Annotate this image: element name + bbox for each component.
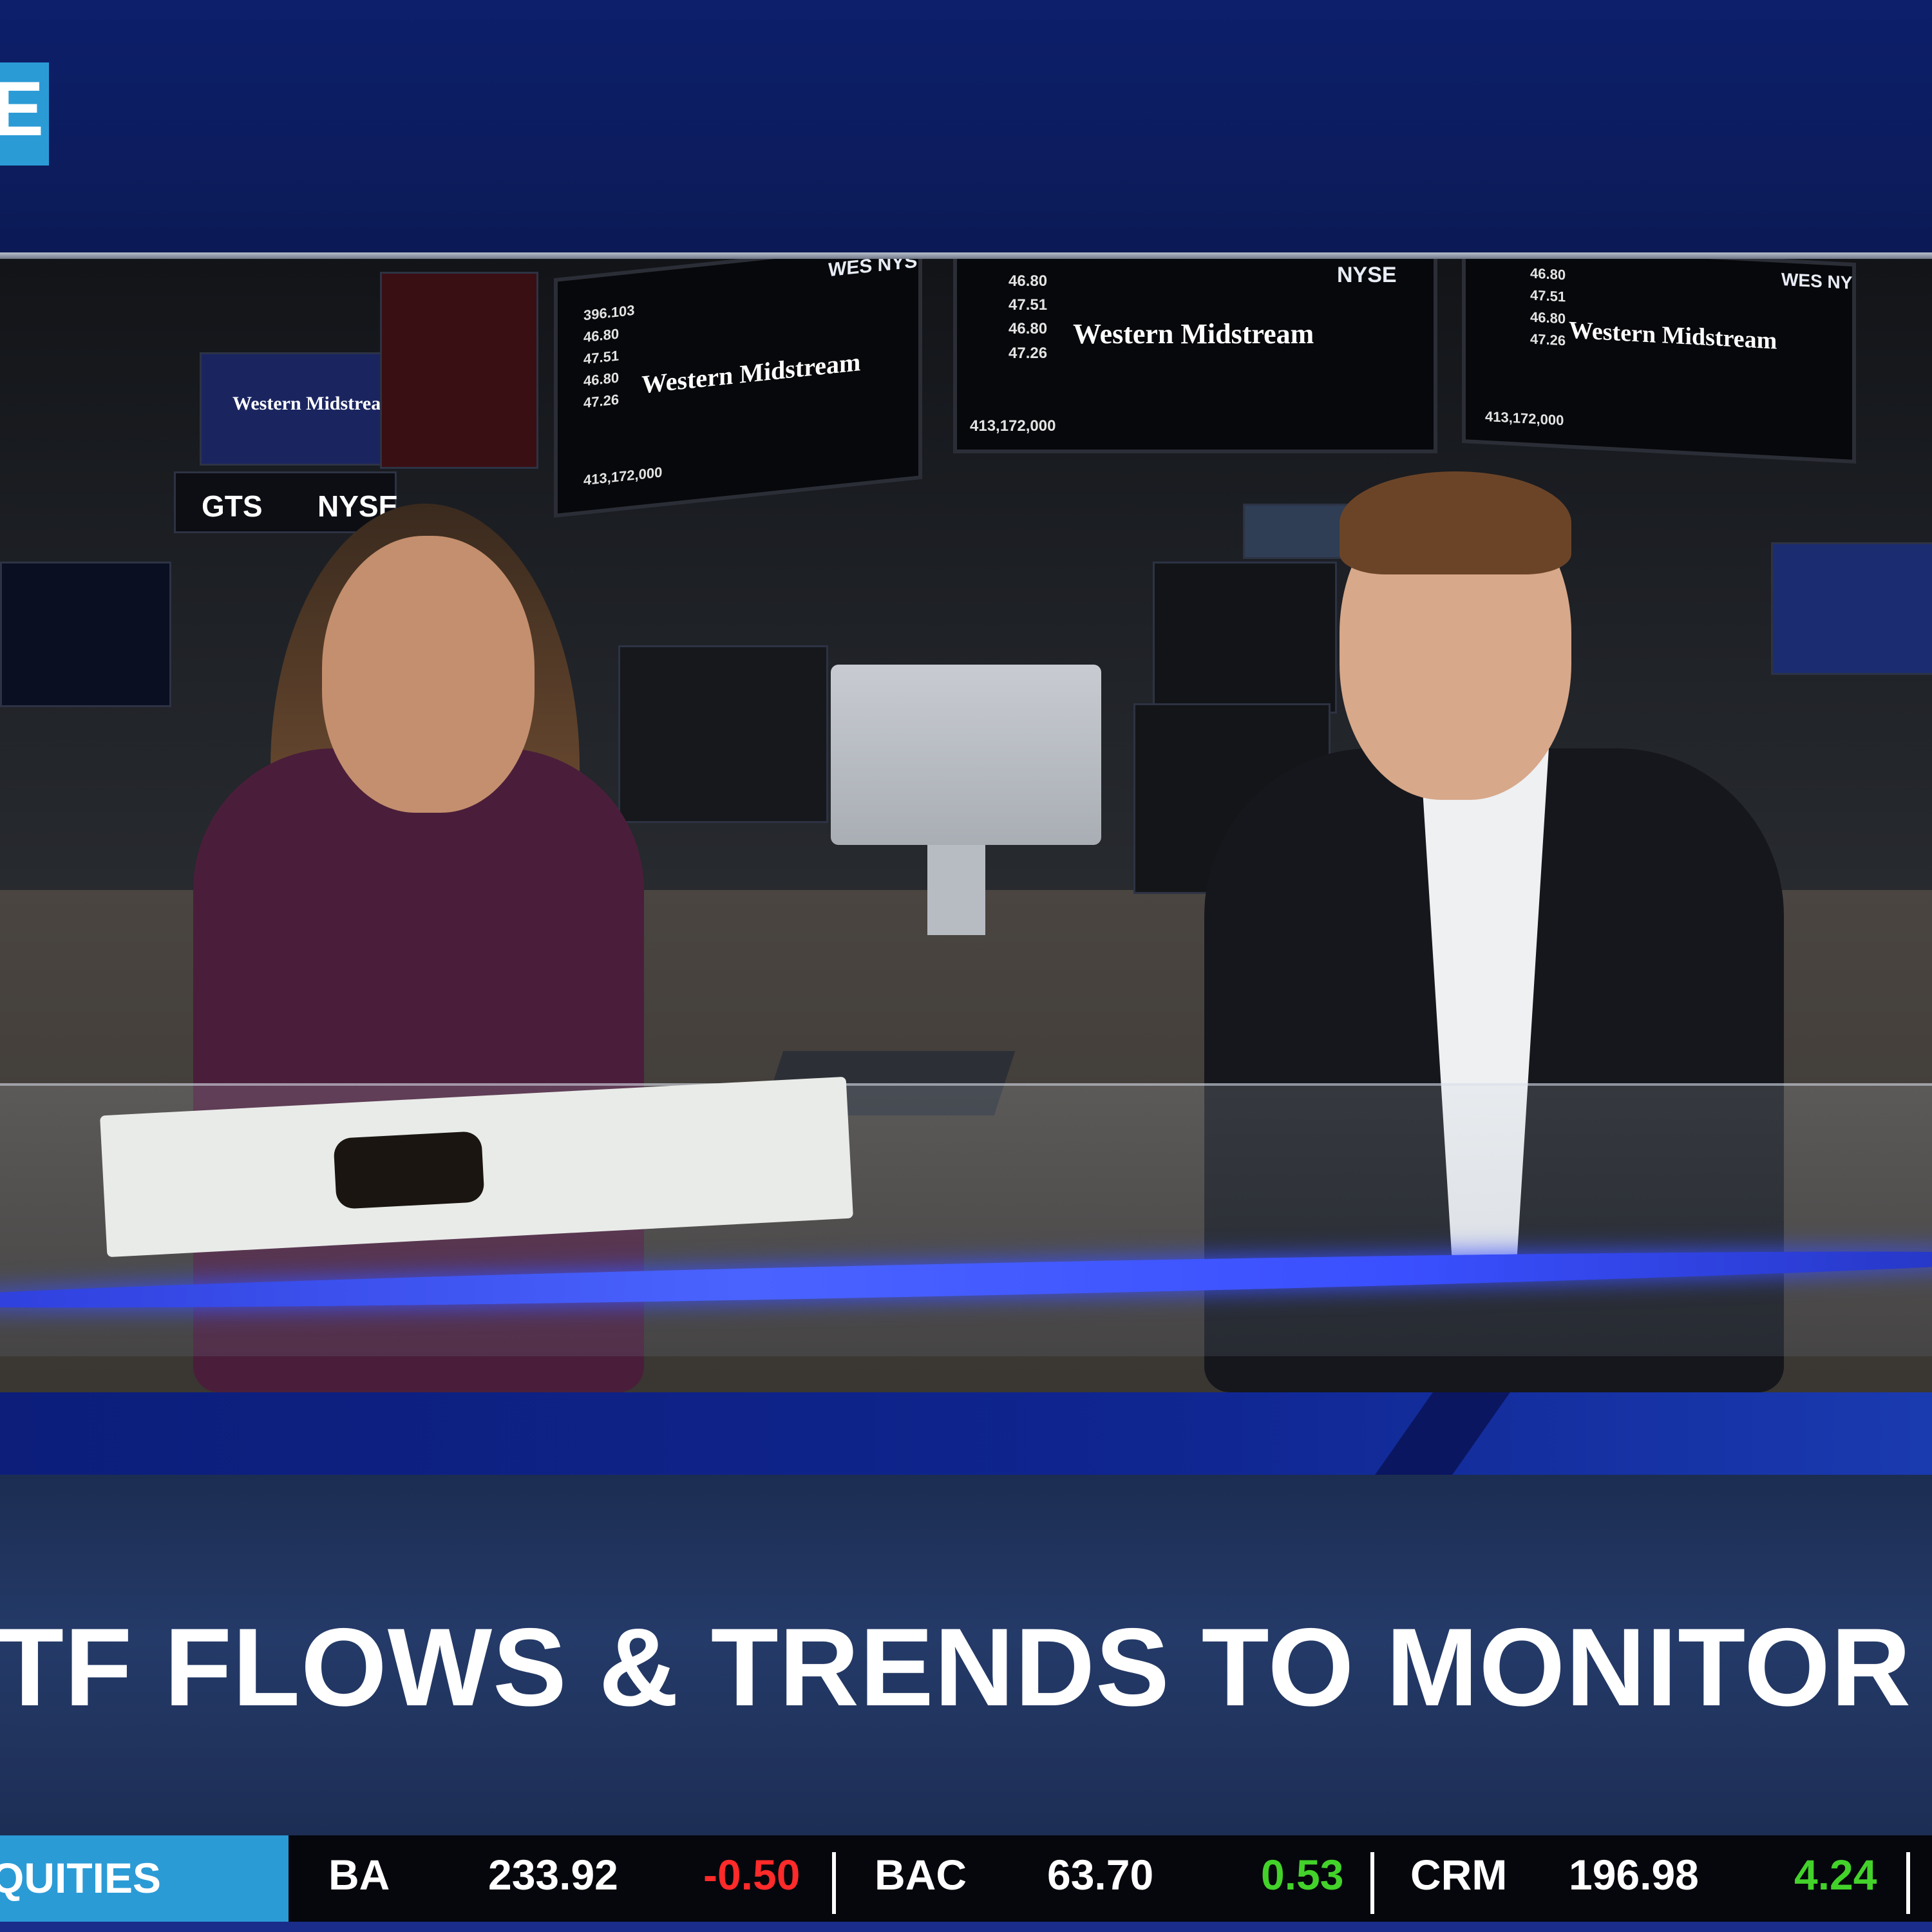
host-head (322, 536, 535, 813)
monitor-1-nyse: WES NYSE (828, 259, 922, 281)
monitor-3-price: 46.80 (1530, 265, 1566, 283)
monitor-3-brand: Western Midstream (1569, 316, 1777, 355)
left-floor-screens (0, 562, 171, 707)
left-sign-text: Western Midstream (232, 393, 397, 414)
gts-sign-text: GTS (202, 489, 263, 523)
imac-computer (831, 665, 1101, 845)
imac-stand (927, 845, 985, 935)
red-screen (380, 272, 538, 469)
monitor-2-prices: 46.80 47.51 46.80 47.26 (1009, 269, 1047, 365)
monitor-2-nyse: NYSE (1337, 263, 1397, 287)
monitor-2-price: 47.51 (1009, 296, 1048, 314)
monitor-2-price: 47.26 (1009, 344, 1048, 362)
ticker-change: 4.24 (1794, 1851, 1877, 1899)
ticker-change: 0.53 (1261, 1851, 1344, 1899)
background-monitor (618, 645, 828, 823)
monitor-2-volume: 413,172,000 (970, 417, 1056, 435)
top-band (0, 0, 1932, 254)
overhead-monitor-3: WES NYSE 46.80 47.51 46.80 47.26 Western… (1462, 259, 1856, 464)
monitor-3-price: 47.26 (1530, 330, 1566, 349)
gts-nyse-sign: GTS NYSE (174, 471, 398, 533)
monitor-3-prices: 46.80 47.51 46.80 47.26 (1530, 263, 1566, 352)
background-monitor (1153, 562, 1337, 714)
monitor-1-prices: 396.103 46.80 47.51 46.80 47.26 (583, 299, 635, 415)
ticker-price: 63.70 (1047, 1851, 1154, 1899)
ticker-separator (1370, 1852, 1374, 1914)
monitor-2-price: 46.80 (1009, 320, 1048, 338)
guest-hair (1340, 471, 1571, 574)
phone (333, 1131, 485, 1209)
logo-letter: E (0, 66, 44, 152)
monitor-3-price: 46.80 (1530, 308, 1566, 327)
band-slash (1375, 1392, 1510, 1475)
monitor-1-brand: Western Midstream (641, 346, 861, 399)
monitor-3-nyse: WES NYSE (1781, 269, 1856, 294)
ticker-category-label: QUITIES (0, 1854, 162, 1902)
ticker-separator (832, 1852, 836, 1914)
ticker-symbol: BA (328, 1851, 390, 1899)
monitor-1-price: 47.26 (583, 391, 620, 412)
monitor-2-brand: Western Midstream (1073, 318, 1314, 350)
headline: TF FLOWS & TRENDS TO MONITOR (0, 1605, 1912, 1729)
ticker-symbol: BAC (875, 1851, 967, 1899)
monitor-3-price: 47.51 (1530, 287, 1566, 305)
left-sign-screen: Western Midstream (200, 352, 397, 466)
bottom-strip (0, 1922, 1932, 1932)
ticker-price: 233.92 (488, 1851, 618, 1899)
network-logo: E (0, 62, 49, 166)
ticker-price: 196.98 (1569, 1851, 1699, 1899)
background-monitor (1771, 542, 1932, 675)
ticker-change: -0.50 (703, 1851, 800, 1899)
ticker-category: QUITIES (0, 1835, 289, 1922)
broadcast-frame: E Western Midstream GTS NYSE WES NYSE 39… (0, 0, 1932, 1932)
ticker-symbol: CRM (1410, 1851, 1508, 1899)
monitor-1-volume: 413,172,000 (583, 464, 663, 489)
monitor-3-volume: 413,172,000 (1485, 408, 1564, 429)
frame-divider (0, 252, 1932, 259)
monitor-2-price: 46.80 (1009, 272, 1048, 290)
studio-video: Western Midstream GTS NYSE WES NYSE 396.… (0, 259, 1932, 1392)
ticker-separator (1906, 1852, 1910, 1914)
mid-band (0, 1392, 1932, 1475)
overhead-monitor-2: NYSE 46.80 47.51 46.80 47.26 Western Mid… (953, 259, 1437, 453)
overhead-monitor-1: WES NYSE 396.103 46.80 47.51 46.80 47.26… (554, 259, 922, 518)
